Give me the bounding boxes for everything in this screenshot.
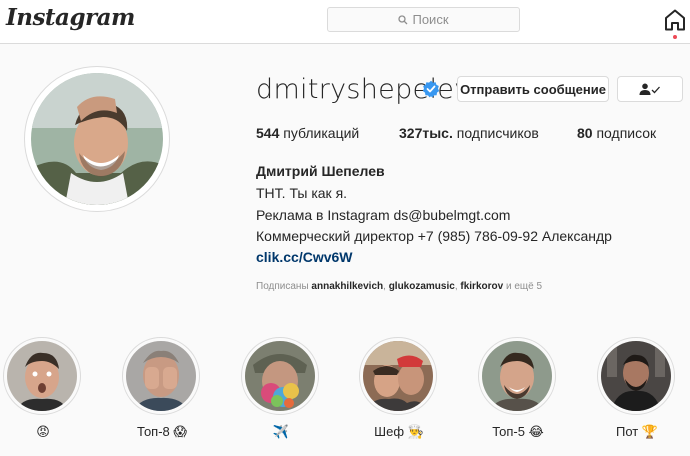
search-icon <box>398 14 408 24</box>
top-nav: Instagram Поиск <box>0 0 690 44</box>
send-message-button[interactable]: Отправить сообщение <box>457 76 609 102</box>
highlight-cover <box>601 341 671 411</box>
following-check-icon <box>639 83 660 95</box>
highlight-cover <box>245 341 315 411</box>
followed-by-suffix: и ещё 5 <box>505 281 543 292</box>
highlight-cover <box>482 341 552 411</box>
following-button[interactable] <box>617 76 683 102</box>
following-count[interactable]: 80 подписок <box>577 125 656 141</box>
highlight-label: Топ-5 😂 <box>492 424 544 439</box>
highlight-label: Пот 🏆 <box>615 424 659 439</box>
following-count-label: подписок <box>596 125 657 141</box>
posts-count-value: 544 <box>256 125 280 141</box>
highlight-cover <box>126 341 196 411</box>
verified-badge-icon <box>422 80 440 98</box>
following-count-value: 80 <box>577 125 593 141</box>
search-input[interactable]: Поиск <box>327 7 520 32</box>
followed-by[interactable]: Подписаны annakhilkevich, glukozamusic, … <box>256 281 542 292</box>
home-icon[interactable] <box>663 8 687 32</box>
profile-avatar[interactable] <box>24 66 170 212</box>
highlight-label: Шеф 👨‍🍳 <box>374 424 424 439</box>
bio-line: Коммерческий директор +7 (985) 786-09-92… <box>256 228 612 244</box>
avatar-photo <box>31 73 163 205</box>
notification-dot <box>673 35 677 39</box>
profile-full-name: Дмитрий Шепелев <box>256 163 385 179</box>
followers-count[interactable]: 327тыс. подписчиков <box>399 125 539 141</box>
bio-link[interactable]: clik.cc/Cwv6W <box>256 249 353 265</box>
followers-count-value: 327тыс. <box>399 125 453 141</box>
highlight-label: ✈️ <box>272 424 290 439</box>
highlight-label: Топ-8 😱 <box>137 424 187 439</box>
highlight-label: 😡 <box>36 424 50 439</box>
instagram-logo[interactable]: Instagram <box>6 4 135 31</box>
bio-line: Реклама в Instagram ds@bubelmgt.com <box>256 207 511 223</box>
followers-count-label: подписчиков <box>456 125 539 141</box>
posts-count: 544 публикаций <box>256 125 359 141</box>
highlight-cover <box>7 341 77 411</box>
highlight-cover <box>363 341 433 411</box>
followed-by-user: glukozamusic <box>388 281 455 292</box>
search-placeholder: Поиск <box>412 12 449 27</box>
posts-count-label: публикаций <box>283 125 360 141</box>
followed-by-user: annakhilkevich <box>311 281 384 292</box>
bio-line: ТНТ. Ты как я. <box>256 185 348 201</box>
followed-by-user: fkirkorov <box>460 281 504 292</box>
followed-by-prefix: Подписаны <box>256 281 309 292</box>
